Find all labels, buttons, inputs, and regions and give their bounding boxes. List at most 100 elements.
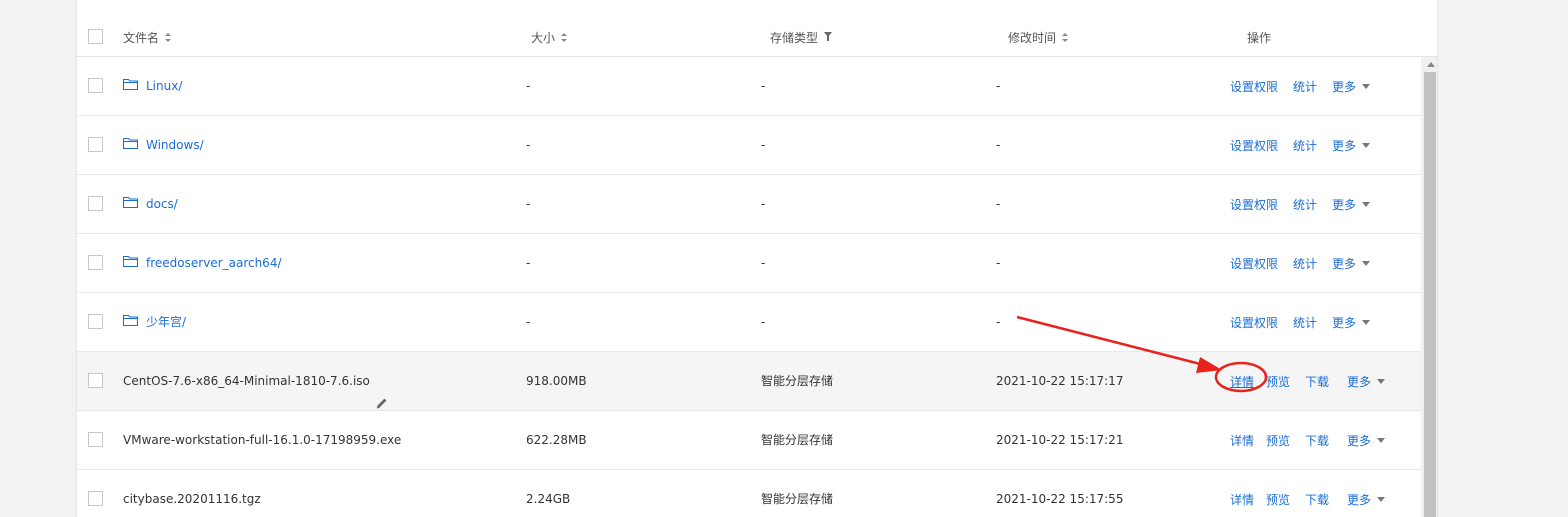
row-actions: 设置权限 统计 更多 xyxy=(1230,175,1371,233)
column-header-actions-label: 操作 xyxy=(1247,31,1272,45)
download-link[interactable]: 下载 xyxy=(1305,432,1329,449)
folder-link[interactable]: freedoserver_aarch64/ xyxy=(146,234,282,292)
more-label: 更多 xyxy=(1332,138,1357,153)
column-header-storage[interactable]: 存储类型 xyxy=(770,29,833,46)
more-label: 更多 xyxy=(1332,315,1357,330)
modified-cell: - xyxy=(996,315,1001,329)
file-name[interactable]: CentOS-7.6-x86_64-Minimal-1810-7.6.iso xyxy=(123,352,370,410)
caret-down-icon xyxy=(1362,142,1371,148)
caret-down-icon xyxy=(1377,378,1386,384)
scroll-up-arrow-icon[interactable] xyxy=(1427,62,1435,67)
more-dropdown[interactable]: 更多 xyxy=(1347,491,1386,508)
folder-link[interactable]: docs/ xyxy=(146,175,178,233)
caret-down-icon xyxy=(1377,437,1386,443)
more-dropdown[interactable]: 更多 xyxy=(1332,137,1371,154)
preview-link[interactable]: 预览 xyxy=(1266,491,1290,508)
storage-cell: - xyxy=(761,138,766,152)
more-dropdown[interactable]: 更多 xyxy=(1332,255,1371,272)
table-row[interactable]: Linux/ - - - 设置权限 统计 更多 xyxy=(77,57,1421,116)
column-header-size[interactable]: 大小 xyxy=(531,29,568,46)
file-name-cell: Linux/ xyxy=(123,57,182,115)
row-checkbox[interactable] xyxy=(88,255,103,270)
row-actions: 设置权限 统计 更多 xyxy=(1230,57,1371,115)
column-header-modified[interactable]: 修改时间 xyxy=(1008,29,1069,46)
row-actions: 详情 预览 下载 更多 xyxy=(1230,470,1386,517)
set-permission-link[interactable]: 设置权限 xyxy=(1230,137,1278,154)
filter-icon[interactable] xyxy=(824,32,833,41)
set-permission-link[interactable]: 设置权限 xyxy=(1230,255,1278,272)
select-all-checkbox[interactable] xyxy=(88,29,103,44)
sort-icon[interactable] xyxy=(165,33,172,42)
row-checkbox[interactable] xyxy=(88,196,103,211)
preview-link[interactable]: 预览 xyxy=(1266,373,1290,390)
row-checkbox[interactable] xyxy=(88,432,103,447)
preview-link[interactable]: 预览 xyxy=(1266,432,1290,449)
statistics-link[interactable]: 统计 xyxy=(1293,78,1317,95)
folder-link[interactable]: 少年宫/ xyxy=(146,293,186,351)
storage-cell: - xyxy=(761,79,766,93)
more-dropdown[interactable]: 更多 xyxy=(1347,373,1386,390)
size-cell: 622.28MB xyxy=(526,433,587,447)
column-header-name[interactable]: 文件名 xyxy=(123,29,172,46)
more-dropdown[interactable]: 更多 xyxy=(1347,432,1386,449)
folder-link[interactable]: Linux/ xyxy=(146,57,182,115)
storage-cell: - xyxy=(761,256,766,270)
folder-link[interactable]: Windows/ xyxy=(146,116,204,174)
row-actions: 设置权限 统计 更多 xyxy=(1230,234,1371,292)
details-link[interactable]: 详情 xyxy=(1230,373,1254,390)
statistics-link[interactable]: 统计 xyxy=(1293,255,1317,272)
size-cell: - xyxy=(526,315,531,329)
file-name-cell: freedoserver_aarch64/ xyxy=(123,234,282,292)
column-header-storage-label: 存储类型 xyxy=(770,31,819,45)
statistics-link[interactable]: 统计 xyxy=(1293,196,1317,213)
size-cell: - xyxy=(526,197,531,211)
size-cell: - xyxy=(526,138,531,152)
file-name[interactable]: citybase.20201116.tgz xyxy=(123,470,261,517)
details-link[interactable]: 详情 xyxy=(1230,432,1254,449)
modified-cell: 2021-10-22 15:17:17 xyxy=(996,374,1124,388)
set-permission-link[interactable]: 设置权限 xyxy=(1230,314,1278,331)
sort-icon[interactable] xyxy=(561,33,568,42)
table-row[interactable]: 少年宫/ - - - 设置权限 统计 更多 xyxy=(77,293,1421,352)
sort-icon[interactable] xyxy=(1062,33,1069,42)
more-dropdown[interactable]: 更多 xyxy=(1332,314,1371,331)
file-name[interactable]: VMware-workstation-full-16.1.0-17198959.… xyxy=(123,411,401,469)
caret-down-icon xyxy=(1362,260,1371,266)
column-header-size-label: 大小 xyxy=(531,31,556,45)
details-link[interactable]: 详情 xyxy=(1230,491,1254,508)
row-checkbox[interactable] xyxy=(88,373,103,388)
folder-icon xyxy=(123,314,138,326)
column-header-modified-label: 修改时间 xyxy=(1008,31,1057,45)
scrollbar-thumb[interactable] xyxy=(1424,72,1436,517)
table-row[interactable]: VMware-workstation-full-16.1.0-17198959.… xyxy=(77,411,1421,470)
edit-pencil-icon[interactable] xyxy=(376,376,388,409)
more-label: 更多 xyxy=(1347,433,1372,448)
set-permission-link[interactable]: 设置权限 xyxy=(1230,196,1278,213)
row-checkbox[interactable] xyxy=(88,137,103,152)
storage-cell: 智能分层存储 xyxy=(761,374,834,388)
statistics-link[interactable]: 统计 xyxy=(1293,137,1317,154)
storage-cell: - xyxy=(761,315,766,329)
row-actions: 详情 预览 下载 更多 xyxy=(1230,411,1386,469)
column-header-actions: 操作 xyxy=(1247,29,1271,46)
table-header: 文件名 大小 存储类型 修改时间 操作 xyxy=(77,17,1437,57)
table-row[interactable]: citybase.20201116.tgz 2.24GB 智能分层存储 2021… xyxy=(77,470,1421,517)
row-checkbox[interactable] xyxy=(88,491,103,506)
more-dropdown[interactable]: 更多 xyxy=(1332,78,1371,95)
set-permission-link[interactable]: 设置权限 xyxy=(1230,78,1278,95)
row-checkbox[interactable] xyxy=(88,78,103,93)
file-name-cell: docs/ xyxy=(123,175,178,233)
row-checkbox[interactable] xyxy=(88,314,103,329)
more-dropdown[interactable]: 更多 xyxy=(1332,196,1371,213)
download-link[interactable]: 下载 xyxy=(1305,491,1329,508)
statistics-link[interactable]: 统计 xyxy=(1293,314,1317,331)
table-row[interactable]: docs/ - - - 设置权限 统计 更多 xyxy=(77,175,1421,234)
table-row[interactable]: freedoserver_aarch64/ - - - 设置权限 统计 更多 xyxy=(77,234,1421,293)
size-cell: 2.24GB xyxy=(526,492,571,506)
table-row[interactable]: CentOS-7.6-x86_64-Minimal-1810-7.6.iso 9… xyxy=(77,352,1421,411)
modified-cell: - xyxy=(996,79,1001,93)
folder-icon xyxy=(123,255,138,267)
download-link[interactable]: 下载 xyxy=(1305,373,1329,390)
table-row[interactable]: Windows/ - - - 设置权限 统计 更多 xyxy=(77,116,1421,175)
more-label: 更多 xyxy=(1347,374,1372,389)
